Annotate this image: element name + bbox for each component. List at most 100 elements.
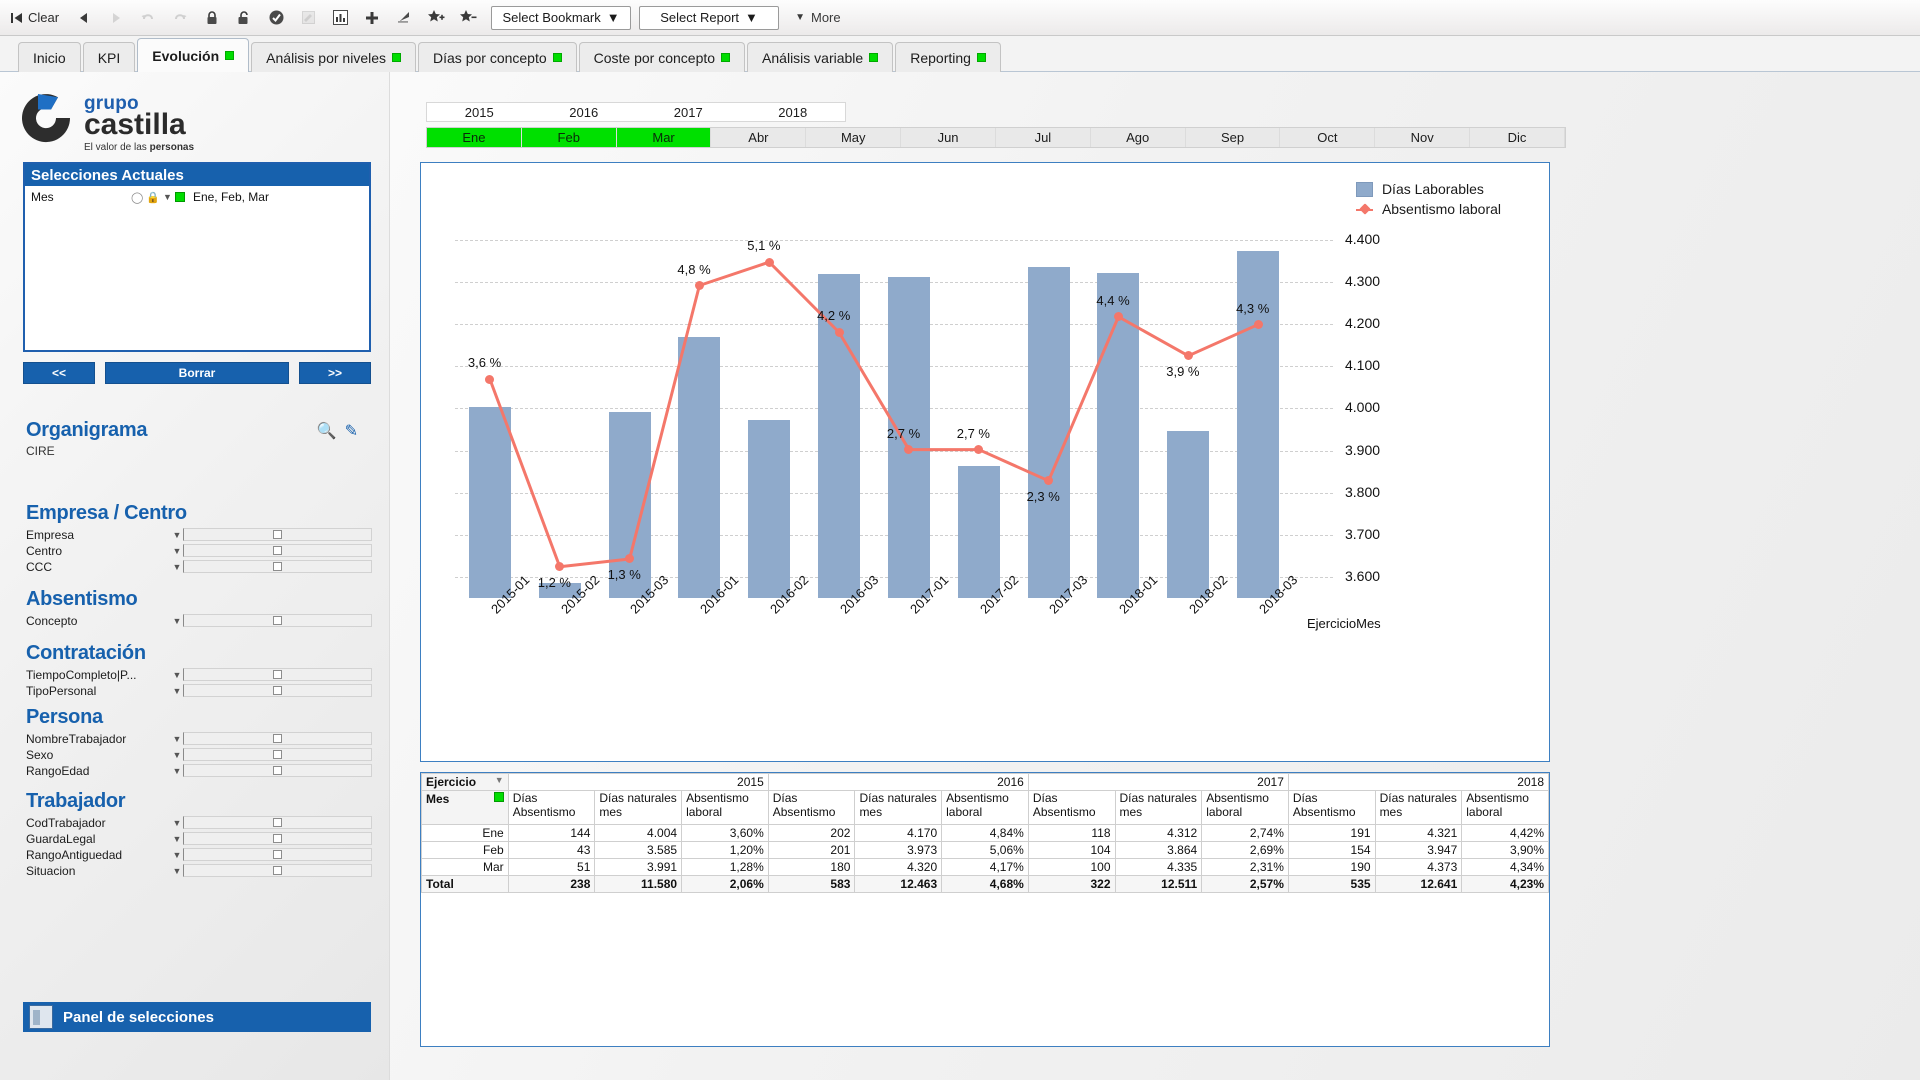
chart-data-point[interactable] [764,257,774,267]
pivot-cell[interactable]: 154 [1287,841,1376,859]
year-cell[interactable]: 2016 [532,103,637,121]
chart-bar[interactable] [468,406,511,598]
pivot-measure-header[interactable]: Días naturales mes [1114,790,1203,825]
pivot-measure-header[interactable]: Días naturales mes [1374,790,1463,825]
filter-input[interactable] [183,864,372,877]
pivot-cell[interactable]: 4,17% [941,858,1029,876]
pivot-cell[interactable]: 4.373 [1374,858,1463,876]
pivot-cell[interactable]: 2,74% [1201,824,1289,842]
pivot-cell[interactable]: 180 [767,858,856,876]
pivot-cell[interactable]: 3.973 [854,841,943,859]
chart-data-point[interactable] [555,562,565,572]
chart-button[interactable] [325,4,355,32]
chevron-down-icon[interactable]: ▼ [171,818,183,828]
filter-input[interactable] [183,748,372,761]
remove-bookmark-button[interactable] [453,4,483,32]
filter-input[interactable] [183,832,372,845]
pivot-cell[interactable]: 190 [1287,858,1376,876]
filter-checkbox-icon[interactable] [273,616,282,625]
pivot-year-header[interactable]: 2015 [507,773,769,791]
filter-checkbox-icon[interactable] [273,866,282,875]
pointer-button[interactable] [389,4,419,32]
pivot-cell[interactable]: 2,69% [1201,841,1289,859]
pivot-cell[interactable]: 43 [507,841,596,859]
month-cell[interactable]: Nov [1375,128,1471,147]
filter-input[interactable] [183,764,372,777]
filter-row[interactable]: Situacion ▼ [26,863,372,878]
tab-evoluci-n[interactable]: Evolución [137,38,250,72]
chart-bar[interactable] [1027,267,1070,598]
filter-row[interactable]: Empresa ▼ [26,527,372,542]
pivot-cell[interactable]: 4,42% [1461,824,1549,842]
filter-row[interactable]: RangoAntiguedad ▼ [26,847,372,862]
filter-checkbox-icon[interactable] [273,766,282,775]
filter-input[interactable] [183,848,372,861]
lock-icon[interactable]: 🔒 [146,191,160,204]
pivot-row[interactable]: Feb 43 3.585 1,20% 201 3.973 5,06% 104 3.864 2,69… [421,841,1549,859]
chart-data-point[interactable] [834,327,844,337]
pivot-col-dim-header[interactable]: Mes [421,790,509,825]
chart-data-point[interactable] [694,281,704,290]
clear-selections-button[interactable]: Borrar [105,362,289,384]
pivot-cell[interactable]: 201 [767,841,856,859]
pivot-row-label[interactable]: Mar [421,858,509,876]
pivot-row-label[interactable]: Feb [421,841,509,859]
month-cell[interactable]: May [806,128,902,147]
filter-row[interactable]: RangoEdad ▼ [26,763,372,778]
selection-row[interactable]: Mes ◯ 🔒 ▼ Ene, Feb, Mar [25,186,369,208]
chart-data-point[interactable] [1183,351,1193,361]
filter-checkbox-icon[interactable] [273,530,282,539]
tab-coste-por-concepto[interactable]: Coste por concepto [578,42,746,72]
chart-plot-area[interactable]: 3.600 3.700 3.800 3.900 4.000 4.100 4.200 4.300… [443,213,1549,761]
pivot-cell[interactable]: 144 [507,824,596,842]
pivot-cell[interactable]: 4.004 [594,824,683,842]
year-cell[interactable]: 2017 [636,103,741,121]
chevron-down-icon[interactable]: ▼ [171,686,183,696]
filter-checkbox-icon[interactable] [273,850,282,859]
pivot-measure-header[interactable]: Absentismo laboral [681,790,769,825]
filter-checkbox-icon[interactable] [273,734,282,743]
pivot-cell[interactable]: 3.585 [594,841,683,859]
pivot-cell[interactable]: 3.864 [1114,841,1203,859]
pivot-cell[interactable]: 4.170 [854,824,943,842]
chart-data-point[interactable] [485,374,495,384]
unlock-button[interactable] [229,4,259,32]
redo-button[interactable] [165,4,195,32]
pivot-cell[interactable]: 1,20% [681,841,769,859]
pivot-measure-header[interactable]: Absentismo laboral [941,790,1029,825]
pivot-cell[interactable]: 4.335 [1114,858,1203,876]
pivot-cell[interactable]: 4.312 [1114,824,1203,842]
chart-bar[interactable] [1167,430,1210,598]
filter-row[interactable]: TiempoCompleto|P... ▼ [26,667,372,682]
clear-button[interactable]: Clear [6,4,67,32]
filter-input[interactable] [183,732,372,745]
pivot-measure-header[interactable]: Días Absentismo [1287,790,1376,825]
eraser-icon[interactable]: ✎ [345,421,358,441]
pivot-cell[interactable]: 191 [1287,824,1376,842]
pivot-cell[interactable]: 100 [1027,858,1116,876]
year-cell[interactable]: 2018 [741,103,846,121]
filter-checkbox-icon[interactable] [273,670,282,679]
chevron-down-icon[interactable]: ▼ [171,850,183,860]
more-button[interactable]: ▼ More [795,10,841,25]
pivot-measure-header[interactable]: Días Absentismo [1027,790,1116,825]
pivot-cell[interactable]: 4,34% [1461,858,1549,876]
chevron-down-icon[interactable]: ▼ [495,775,504,785]
filter-checkbox-icon[interactable] [273,562,282,571]
pivot-cell[interactable]: 4,84% [941,824,1029,842]
chart-bar[interactable] [1097,273,1140,598]
chevron-down-icon[interactable]: ▼ [171,866,183,876]
pivot-cell[interactable]: 118 [1027,824,1116,842]
filter-input[interactable] [183,684,372,697]
pivot-cell[interactable]: 3,90% [1461,841,1549,859]
chevron-down-icon[interactable]: ▼ [171,750,183,760]
undo-button[interactable] [133,4,163,32]
lock-button[interactable] [197,4,227,32]
filter-row[interactable]: NombreTrabajador ▼ [26,731,372,746]
add-button[interactable] [357,4,387,32]
chevron-down-icon[interactable]: ▼ [171,562,183,572]
month-cell[interactable]: Dic [1470,128,1565,147]
check-circle-button[interactable] [261,4,291,32]
pivot-measure-header[interactable]: Días naturales mes [854,790,943,825]
filter-checkbox-icon[interactable] [273,750,282,759]
